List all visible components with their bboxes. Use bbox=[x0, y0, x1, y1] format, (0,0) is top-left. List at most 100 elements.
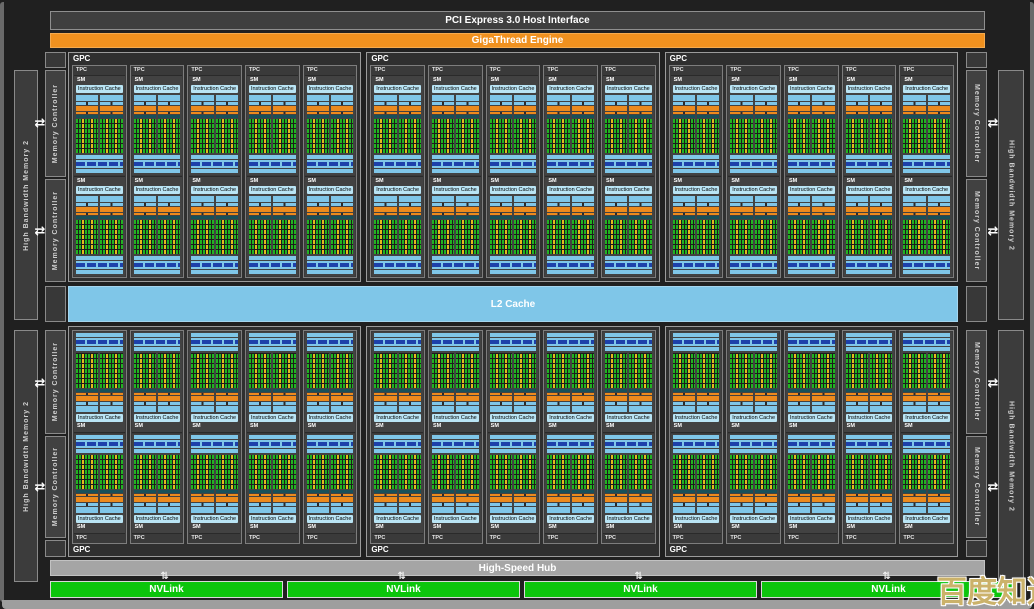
load-store-bar bbox=[134, 256, 181, 260]
dispatch-split-bar bbox=[629, 494, 651, 496]
memory-controller-label: Memory Controller bbox=[973, 84, 980, 163]
sm-processing-blocks bbox=[673, 196, 720, 254]
warp-scheduler-bar bbox=[903, 102, 925, 105]
texture-units-row bbox=[134, 261, 181, 269]
instruction-buffer-bar bbox=[432, 95, 454, 101]
register-file-bar bbox=[432, 389, 454, 392]
texture-units-row bbox=[374, 338, 421, 346]
register-file-bar bbox=[399, 216, 421, 219]
processing-block bbox=[572, 196, 594, 254]
register-file-bar bbox=[629, 490, 651, 493]
dispatch-split-bar bbox=[788, 494, 810, 496]
sm-label: SM bbox=[372, 178, 423, 185]
tpc-label: TPC bbox=[602, 66, 655, 75]
gpc-block: GPCTPCSMInstruction CacheSMInstruction C… bbox=[665, 326, 958, 557]
dispatch-bar bbox=[605, 106, 627, 111]
hbm2-label: High Bandwidth Memory 2 bbox=[1008, 140, 1015, 251]
processing-block bbox=[730, 455, 752, 514]
processing-block bbox=[870, 353, 892, 412]
warp-scheduler-bar bbox=[928, 503, 950, 506]
register-file-bar bbox=[399, 115, 421, 118]
warp-scheduler-bar bbox=[76, 402, 98, 405]
core-grid bbox=[928, 220, 950, 254]
processing-block bbox=[158, 196, 180, 254]
register-file-bar bbox=[100, 389, 122, 392]
dispatch-split-bar bbox=[191, 393, 213, 395]
warp-scheduler-bar bbox=[158, 503, 180, 506]
shared-memory-bar bbox=[432, 333, 479, 337]
instruction-buffer-bar bbox=[331, 196, 353, 202]
shared-memory-bar bbox=[249, 435, 296, 439]
shared-memory-bar bbox=[547, 169, 594, 173]
register-file-bar bbox=[673, 115, 695, 118]
processing-block bbox=[331, 353, 353, 412]
dispatch-bar bbox=[605, 396, 627, 401]
sm-block: SMInstruction Cache bbox=[247, 332, 298, 433]
load-store-bar bbox=[788, 347, 835, 351]
warp-scheduler-bar bbox=[572, 503, 594, 506]
load-store-bar bbox=[191, 155, 238, 159]
memory-controller-label: Memory Controller bbox=[52, 191, 59, 270]
register-file-bar bbox=[730, 490, 752, 493]
dispatch-split-bar bbox=[307, 393, 329, 395]
register-file-bar bbox=[76, 490, 98, 493]
instruction-buffer-bar bbox=[605, 196, 627, 202]
sm-label: SM bbox=[844, 423, 895, 430]
texture-units-row bbox=[134, 338, 181, 346]
register-file-bar bbox=[191, 115, 213, 118]
dispatch-bar bbox=[273, 396, 295, 401]
dispatch-split-bar bbox=[697, 494, 719, 496]
register-file-bar bbox=[547, 115, 569, 118]
dispatch-bar bbox=[673, 396, 695, 401]
dispatch-split-bar bbox=[456, 112, 478, 114]
warp-scheduler-bar bbox=[100, 503, 122, 506]
register-file-bar bbox=[903, 115, 925, 118]
instruction-cache-bar: Instruction Cache bbox=[547, 515, 594, 523]
instruction-buffer-bar bbox=[307, 406, 329, 412]
shared-memory-bar bbox=[903, 333, 950, 337]
texture-units-row bbox=[76, 338, 123, 346]
texture-units-row bbox=[191, 160, 238, 168]
tpc-block: TPCSMInstruction CacheSMInstruction Cach… bbox=[245, 330, 300, 544]
tpc-block: TPCSMInstruction CacheSMInstruction Cach… bbox=[784, 65, 839, 278]
register-file-bar bbox=[788, 216, 810, 219]
instruction-buffer-bar bbox=[673, 196, 695, 202]
texture-units-row bbox=[307, 338, 354, 346]
dispatch-bar bbox=[191, 106, 213, 111]
processing-block bbox=[249, 353, 271, 412]
processing-block bbox=[191, 455, 213, 514]
instruction-cache-bar: Instruction Cache bbox=[673, 186, 720, 194]
instruction-buffer-bar bbox=[812, 196, 834, 202]
shared-memory-bar bbox=[76, 270, 123, 274]
warp-scheduler-bar bbox=[249, 503, 271, 506]
core-grid bbox=[307, 119, 329, 153]
core-grid bbox=[100, 353, 122, 388]
core-grid bbox=[158, 119, 180, 153]
texture-units-row bbox=[307, 160, 354, 168]
sm-block: SMInstruction Cache bbox=[844, 332, 895, 433]
instruction-buffer-bar bbox=[273, 406, 295, 412]
register-file-bar bbox=[812, 216, 834, 219]
warp-scheduler-bar bbox=[273, 503, 295, 506]
dispatch-bar bbox=[158, 497, 180, 502]
instruction-cache-bar: Instruction Cache bbox=[134, 515, 181, 523]
processing-block bbox=[788, 353, 810, 412]
sm-label: SM bbox=[74, 178, 125, 185]
register-file-bar bbox=[100, 216, 122, 219]
sm-label: SM bbox=[901, 178, 952, 185]
texture-units-row bbox=[846, 440, 893, 448]
core-grid bbox=[331, 119, 353, 153]
warp-scheduler-bar bbox=[191, 402, 213, 405]
dispatch-split-bar bbox=[697, 393, 719, 395]
dispatch-split-bar bbox=[870, 494, 892, 496]
core-grid bbox=[273, 353, 295, 388]
dispatch-bar bbox=[697, 207, 719, 212]
warp-scheduler-bar bbox=[191, 102, 213, 105]
dispatch-bar bbox=[134, 207, 156, 212]
register-file-bar bbox=[755, 389, 777, 392]
gpc-row-top: GPCTPCSMInstruction CacheSMInstruction C… bbox=[68, 52, 958, 282]
dispatch-bar bbox=[788, 207, 810, 212]
sm-processing-blocks bbox=[788, 455, 835, 514]
processing-block bbox=[249, 95, 271, 153]
processing-block bbox=[374, 95, 396, 153]
